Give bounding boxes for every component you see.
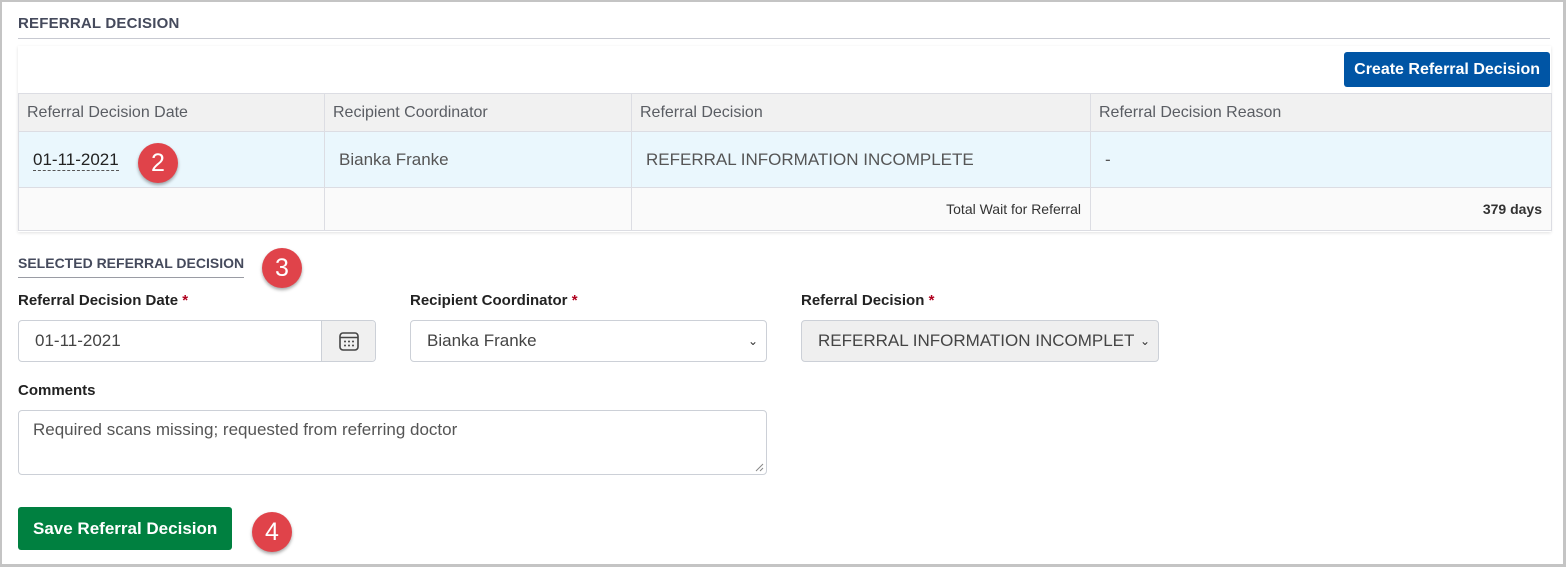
cell-empty [18, 187, 325, 231]
cell-coordinator: Bianka Franke [324, 131, 632, 188]
date-label-text: Referral Decision Date [18, 292, 179, 309]
coordinator-select-value: Bianka Franke [427, 331, 537, 350]
coordinator-label: Recipient Coordinator * [410, 292, 578, 309]
cell-decision: REFERRAL INFORMATION INCOMPLETE [631, 131, 1091, 188]
coordinator-label-text: Recipient Coordinator [410, 292, 568, 309]
referral-decision-card: Create Referral Decision Referral Decisi… [18, 46, 1552, 232]
table-total-row: Total Wait for Referral 379 days [18, 187, 1552, 231]
decision-label-text: Referral Decision [801, 292, 925, 309]
annotation-badge-4: 4 [252, 512, 292, 552]
annotation-badge-3: 3 [262, 248, 302, 288]
referral-decision-table: Referral Decision Date Recipient Coordin… [18, 93, 1552, 231]
section-title: REFERRAL DECISION [18, 15, 1550, 39]
decision-select[interactable]: REFERRAL INFORMATION INCOMPLETE ⌄ [801, 320, 1159, 362]
required-mark: * [928, 292, 935, 309]
date-input-value: 01-11-2021 [35, 331, 121, 350]
chevron-down-icon: ⌄ [747, 334, 758, 348]
coordinator-select[interactable]: Bianka Franke ⌄ [410, 320, 767, 362]
table-row[interactable]: 01-11-2021 Bianka Franke REFERRAL INFORM… [18, 131, 1552, 188]
calendar-button[interactable] [321, 321, 375, 361]
date-label: Referral Decision Date * [18, 292, 188, 309]
total-value: 379 days [1090, 187, 1552, 231]
date-link[interactable]: 01-11-2021 [33, 149, 119, 171]
decision-label: Referral Decision * [801, 292, 934, 309]
cell-empty [324, 187, 632, 231]
resize-handle-icon[interactable] [755, 463, 764, 472]
decision-select-value: REFERRAL INFORMATION INCOMPLETE [818, 331, 1146, 350]
chevron-down-icon: ⌄ [1133, 321, 1150, 361]
col-header-decision[interactable]: Referral Decision [631, 93, 1091, 132]
annotation-badge-2: 2 [138, 143, 178, 183]
col-header-reason[interactable]: Referral Decision Reason [1090, 93, 1552, 132]
comments-textarea[interactable]: Required scans missing; requested from r… [18, 410, 767, 475]
col-header-date[interactable]: Referral Decision Date [18, 93, 325, 132]
table-header-row: Referral Decision Date Recipient Coordin… [18, 93, 1552, 132]
cell-reason: - [1090, 131, 1552, 188]
calendar-icon [338, 332, 359, 351]
save-referral-decision-button[interactable]: Save Referral Decision [18, 507, 233, 550]
total-label: Total Wait for Referral [631, 187, 1091, 231]
required-mark: * [571, 292, 578, 309]
comments-label: Comments [18, 382, 96, 399]
selected-section-title: SELECTED REFERRAL DECISION [18, 255, 245, 278]
col-header-coordinator[interactable]: Recipient Coordinator [324, 93, 632, 132]
comments-value: Required scans missing; requested from r… [33, 420, 458, 439]
create-referral-decision-button[interactable]: Create Referral Decision [1344, 52, 1550, 87]
date-input[interactable]: 01-11-2021 [18, 320, 376, 362]
required-mark: * [182, 292, 189, 309]
